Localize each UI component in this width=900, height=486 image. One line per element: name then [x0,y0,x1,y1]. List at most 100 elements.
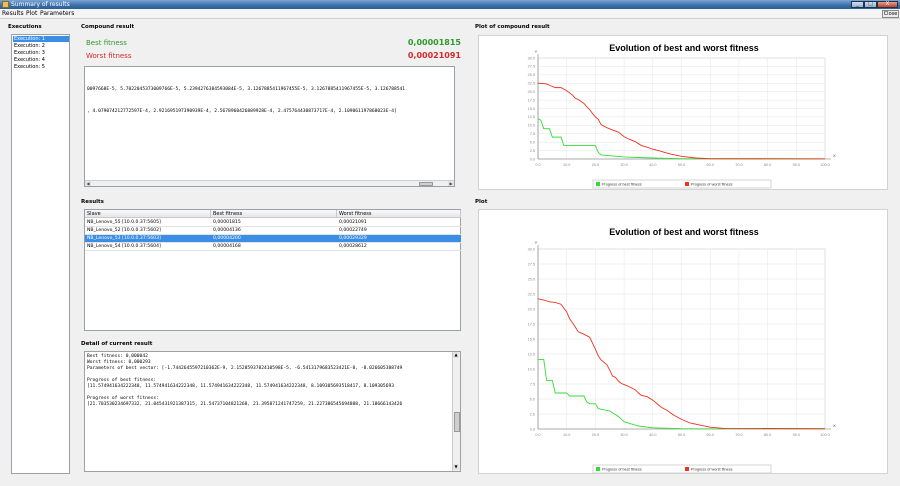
results-heading: Results [81,199,104,205]
execution-item-4[interactable]: Execution: 4 [13,57,69,63]
executions-list[interactable]: Execution: 1 Execution: 2 Execution: 3 E… [11,34,70,474]
compound-line-1: 0097668E-5, 5.7022045373009766E-5, 5.239… [87,87,406,92]
detail-textarea[interactable]: Best fitness: 0,000042 Worst fitness: 0,… [84,351,461,472]
cell-best-fitness: 0,00001815 [213,220,241,225]
worst-fitness-label: Worst fitness [86,52,132,60]
cell-slave: NB_Lenovo_53 [10.0.0.37:5603] [87,236,161,241]
best-fitness-value: 0,00001815 [407,38,461,47]
column-header-slave[interactable]: Slave [85,210,211,218]
scroll-down-icon[interactable]: ▼ [453,464,459,470]
compound-result-heading: Compound result [81,24,135,30]
y-tick-label: 17.5 [528,322,535,326]
cell-worst-fitness: 0,00021091 [339,220,367,225]
scroll-thumb[interactable] [419,182,433,186]
plot-compound-heading: Plot of compound result [475,24,550,30]
legend-swatch [596,182,600,186]
x-tick-label: 10.0 [563,433,570,437]
x-tick-label: 50.0 [678,163,685,167]
title-bar[interactable] [0,0,900,9]
x-tick-label: 0.0 [535,163,540,167]
column-header-best-fitness[interactable]: Best fitness [211,210,337,218]
x-tick-label: 30.0 [620,433,627,437]
column-header-worst-fitness[interactable]: Worst fitness [337,210,461,218]
x-tick-label: 100.0 [820,433,830,437]
minimize-button[interactable]: _ [851,1,864,8]
scroll-left-icon[interactable]: ◀ [85,181,91,186]
horizontal-scrollbar[interactable]: ◀ ▶ [85,180,454,186]
y-tick-label: 0.0 [530,427,535,431]
app-icon [2,1,9,8]
x-tick-label: 40.0 [649,433,656,437]
cell-best-fitness: 0,00004200 [213,236,241,241]
y-tick-label: 15.0 [528,337,535,341]
table-row[interactable]: NB_Lenovo_55 [10.0.0.37:5605] 0,00001815… [85,219,461,227]
y-tick-label: 10.0 [528,367,535,371]
cell-worst-fitness: 0,00029329 [339,236,367,241]
y-tick-label: 30.0 [528,56,535,60]
table-row-selected[interactable]: NB_Lenovo_53 [10.0.0.37:5603] 0,00004200… [85,235,461,243]
y-tick-label: 15.0 [528,107,535,111]
legend-label: Progress of best fitness [602,183,642,187]
y-tick-label: 0.0 [530,157,535,161]
execution-item-2[interactable]: Execution: 2 [13,43,69,49]
legend-swatch [596,467,600,471]
y-tick-label: 12.5 [528,115,535,119]
y-tick-label: 5.0 [530,140,535,144]
maximize-button[interactable]: □ [864,1,877,8]
y-tick-label: 27.5 [528,262,535,266]
cell-slave: NB_Lenovo_55 [10.0.0.37:5605] [87,220,161,225]
y-tick-label: 25.0 [528,73,535,77]
plot-heading: Plot [475,199,488,205]
legend-label: Progress of best fitness [602,468,642,472]
window-close-button[interactable]: X [877,1,898,8]
y-tick-label: 7.5 [530,382,535,386]
x-tick-label: 50.0 [678,433,685,437]
y-tick-label: 20.0 [528,307,535,311]
x-tick-label: 70.0 [735,433,742,437]
scroll-thumb[interactable] [454,412,460,432]
chart-title: Evolution of best and worst fitness [609,43,759,53]
cell-slave: NB_Lenovo_52 [10.0.0.37:5602] [87,228,161,233]
y-tick-label: 25.0 [528,277,535,281]
cell-best-fitness: 0,00004136 [213,228,241,233]
legend-label: Progress of worst fitness [691,183,733,187]
detail-line: [11.574941634222348, 11.574941634222348,… [87,384,394,389]
execution-item-5[interactable]: Execution: 5 [13,64,69,70]
y-tick-label: 5.0 [530,397,535,401]
legend-swatch [685,182,689,186]
menu-results[interactable]: Results [2,10,24,17]
execution-item-3[interactable]: Execution: 3 [13,50,69,56]
x-tick-label: 20.0 [592,433,599,437]
x-tick-label: 70.0 [735,163,742,167]
scroll-up-icon[interactable]: ▲ [453,352,459,358]
x-tick-label: 10.0 [563,163,570,167]
x-tick-label: 60.0 [707,163,714,167]
close-button[interactable]: Close [882,10,899,18]
table-row[interactable]: NB_Lenovo_52 [10.0.0.37:5602] 0,00004136… [85,227,461,235]
menu-plot[interactable]: Plot [26,10,37,17]
table-row[interactable]: NB_Lenovo_54 [10.0.0.37:5604] 0,00004168… [85,243,461,251]
y-tick-label: 20.0 [528,90,535,94]
executions-heading: Executions [8,24,42,30]
cell-worst-fitness: 0,00022749 [339,228,367,233]
x-tick-label: 60.0 [707,433,714,437]
menu-parameters[interactable]: Parameters [40,10,74,17]
execution-item-1[interactable]: Execution: 1 [13,36,69,42]
legend-swatch [685,467,689,471]
detail-line: Parameters of best vector: [-1.744264559… [87,366,403,371]
y-tick-label: 2.5 [530,149,535,153]
compound-fitness-chart: Evolution of best and worst fitness 0.0 1… [478,35,888,190]
compound-vectors-textarea[interactable]: 0097668E-5, 5.7022045373009766E-5, 5.239… [84,66,455,187]
scroll-right-icon[interactable]: ▶ [448,181,454,186]
window-title: Summary of results [11,1,70,8]
results-table[interactable]: Slave Best fitness Worst fitness NB_Leno… [84,209,461,331]
x-tick-label: 80.0 [764,433,771,437]
vertical-scrollbar[interactable]: ▲ ▼ [452,352,460,471]
cell-worst-fitness: 0,00028612 [339,244,367,249]
cell-best-fitness: 0,00004168 [213,244,241,249]
y-axis-label: Y [535,240,538,245]
y-tick-label: 17.5 [528,98,535,102]
x-tick-label: 20.0 [592,163,599,167]
y-tick-label: 10.0 [528,124,535,128]
x-tick-label: 0.0 [535,433,540,437]
